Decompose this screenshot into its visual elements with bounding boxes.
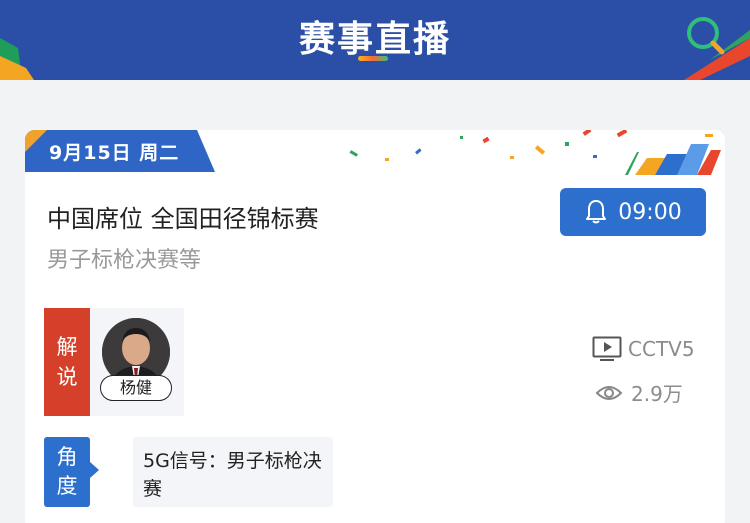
reminder-time: 09:00 [618,199,682,225]
eye-icon [595,385,623,400]
angle-option-5g[interactable]: 5G信号：男子标枪决赛 [133,437,333,507]
page-title: 赛事直播 [298,19,451,60]
commentary-tag: 解 说 [44,308,90,416]
angle-tag: 角 度 [44,437,90,507]
reminder-button[interactable]: 09:00 [560,188,706,236]
commentator-block[interactable]: 解 说 杨健 [44,308,184,416]
angle-tag-char-2: 度 [56,474,78,498]
view-count-value: 2.9万 [631,382,683,406]
commentator-name: 杨健 [100,375,172,401]
title-underline [358,56,388,61]
commentary-tag-char-2: 说 [56,365,78,389]
channel-info: CCTV5 [592,336,695,362]
angle-tag-char-1: 角 [56,445,78,469]
angle-pointer [90,462,99,478]
view-count: 2.9万 [595,378,683,407]
event-card[interactable]: 9月15日 周二 中国席位 全国田径锦标赛 男子标枪决赛等 09:00 解 说 … [25,130,725,523]
date-label: 9月15日 周二 [49,142,180,164]
commentary-tag-char-1: 解 [56,335,78,359]
bell-icon [586,200,607,224]
event-subtitle: 男子标枪决赛等 [47,248,202,273]
tv-play-icon [592,336,622,361]
search-icon [687,17,725,55]
app-header: 赛事直播 [0,0,750,80]
event-title: 中国席位 全国田径锦标赛 [47,205,319,233]
confetti-decoration [349,130,721,175]
date-tab: 9月15日 周二 [25,130,215,172]
search-button[interactable] [684,14,728,58]
channel-name: CCTV5 [628,337,695,361]
